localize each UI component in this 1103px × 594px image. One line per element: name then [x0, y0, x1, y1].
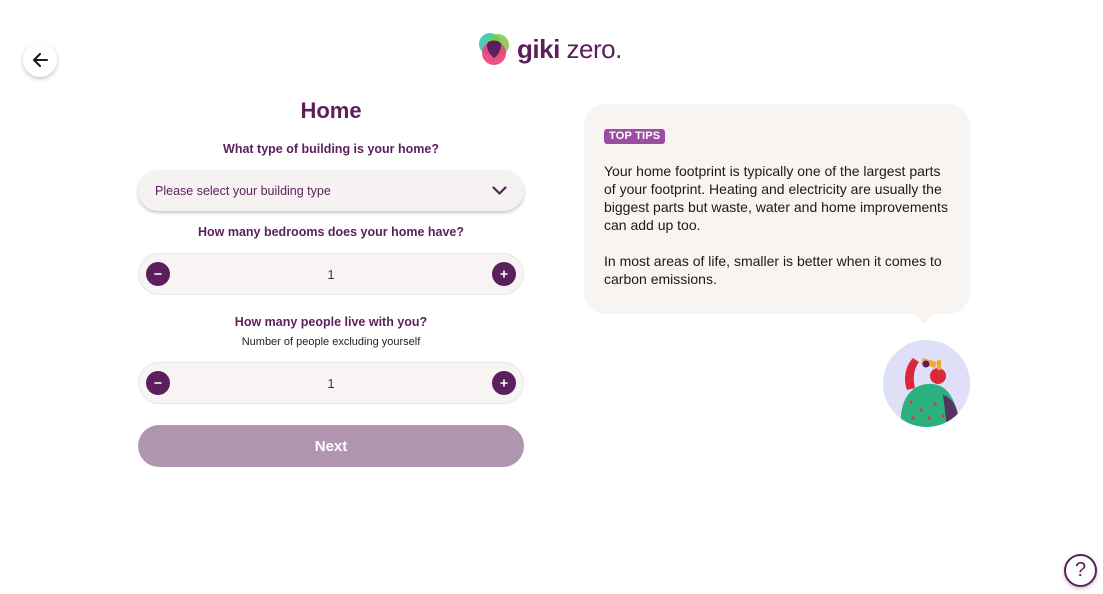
arrow-left-icon [33, 53, 48, 67]
minus-icon [154, 382, 162, 384]
question-icon: ? [1074, 559, 1087, 581]
logo-wordmark: giki zero. [517, 36, 622, 62]
plus-icon [500, 270, 508, 278]
top-tips-card: TOP TIPS Your home footprint is typicall… [584, 104, 970, 324]
people-increment-button[interactable] [491, 371, 516, 395]
people-question: How many people live with you? [234, 315, 428, 329]
top-tips-badge: TOP TIPS [604, 129, 666, 144]
logo-suffix: zero. [566, 34, 623, 64]
logo-brand: giki [517, 34, 560, 64]
bedrooms-increment-button[interactable] [491, 262, 516, 286]
people-value: 1 [327, 375, 335, 391]
building-type-placeholder: Please select your building type [155, 183, 331, 198]
tip-paragraph: Your home footprint is typically one of … [604, 163, 948, 233]
logo: giki zero. [477, 31, 622, 67]
back-button[interactable] [23, 43, 57, 77]
page-title: Home [300, 98, 362, 123]
building-question: What type of building is your home? [223, 142, 439, 156]
building-type-select[interactable]: Please select your building type [138, 170, 524, 211]
home-form: Home What type of building is your home?… [138, 96, 524, 467]
avatar [883, 340, 970, 427]
page: giki zero. Home What type of building is… [0, 0, 1103, 594]
logo-mark-icon [479, 33, 509, 65]
bedrooms-question: How many bedrooms does your home have? [197, 225, 465, 239]
bedrooms-value: 1 [327, 266, 335, 282]
person-illustration-icon [900, 358, 959, 427]
next-button[interactable]: Next [138, 425, 524, 467]
chevron-down-icon [492, 186, 507, 195]
bedrooms-decrement-button[interactable] [146, 262, 170, 286]
help-button[interactable]: ? [1064, 554, 1097, 587]
bedrooms-stepper: 1 [138, 253, 524, 295]
tip-paragraph: In most areas of life, smaller is better… [604, 253, 942, 287]
people-decrement-button[interactable] [146, 371, 170, 395]
plus-icon [500, 379, 508, 387]
people-stepper: 1 [138, 362, 524, 404]
minus-icon [154, 273, 162, 275]
people-hint: Number of people excluding yourself [241, 336, 421, 348]
